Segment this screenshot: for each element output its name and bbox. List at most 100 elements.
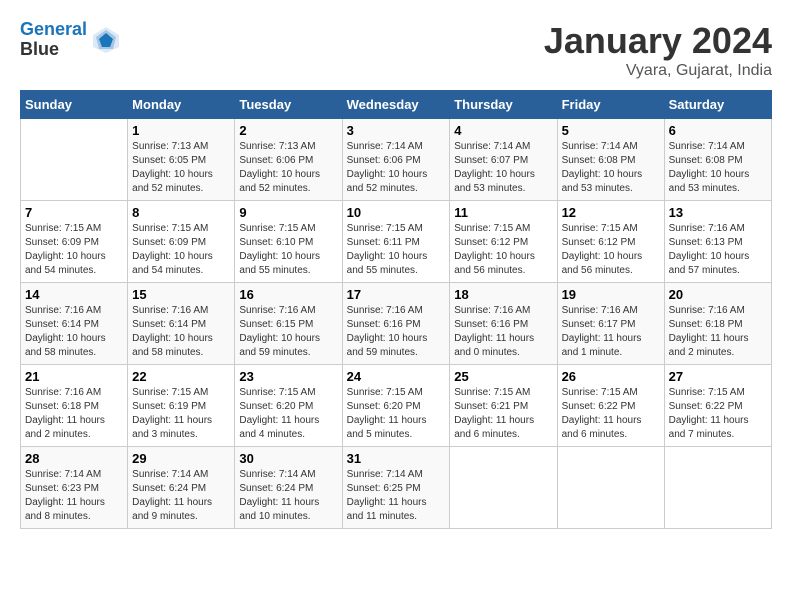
logo-text: GeneralBlue: [20, 20, 87, 60]
day-detail: Sunrise: 7:14 AMSunset: 6:24 PMDaylight:…: [239, 468, 337, 524]
day-detail: Sunrise: 7:16 AMSunset: 6:14 PMDaylight:…: [132, 304, 230, 360]
day-number: 20: [669, 287, 767, 302]
col-header-friday: Friday: [557, 91, 664, 119]
day-cell: 30 Sunrise: 7:14 AMSunset: 6:24 PMDayligh…: [235, 447, 342, 529]
col-header-monday: Monday: [128, 91, 235, 119]
day-detail: Sunrise: 7:14 AMSunset: 6:23 PMDaylight:…: [25, 468, 123, 524]
day-number: 1: [132, 123, 230, 138]
location-subtitle: Vyara, Gujarat, India: [544, 62, 772, 80]
day-detail: Sunrise: 7:15 AMSunset: 6:20 PMDaylight:…: [239, 386, 337, 442]
col-header-sunday: Sunday: [21, 91, 128, 119]
day-number: 16: [239, 287, 337, 302]
day-number: 26: [562, 369, 660, 384]
day-number: 4: [454, 123, 552, 138]
day-detail: Sunrise: 7:14 AMSunset: 6:06 PMDaylight:…: [347, 140, 446, 196]
day-detail: Sunrise: 7:15 AMSunset: 6:21 PMDaylight:…: [454, 386, 552, 442]
day-cell: 25 Sunrise: 7:15 AMSunset: 6:21 PMDayligh…: [450, 365, 557, 447]
col-header-wednesday: Wednesday: [342, 91, 450, 119]
day-cell: 11 Sunrise: 7:15 AMSunset: 6:12 PMDayligh…: [450, 201, 557, 283]
day-detail: Sunrise: 7:15 AMSunset: 6:09 PMDaylight:…: [132, 222, 230, 278]
day-cell: 14 Sunrise: 7:16 AMSunset: 6:14 PMDayligh…: [21, 283, 128, 365]
day-detail: Sunrise: 7:13 AMSunset: 6:06 PMDaylight:…: [239, 140, 337, 196]
day-detail: Sunrise: 7:16 AMSunset: 6:15 PMDaylight:…: [239, 304, 337, 360]
week-row-4: 21 Sunrise: 7:16 AMSunset: 6:18 PMDayligh…: [21, 365, 772, 447]
day-cell: 1 Sunrise: 7:13 AMSunset: 6:05 PMDaylight…: [128, 119, 235, 201]
day-cell: 28 Sunrise: 7:14 AMSunset: 6:23 PMDayligh…: [21, 447, 128, 529]
day-detail: Sunrise: 7:15 AMSunset: 6:22 PMDaylight:…: [669, 386, 767, 442]
day-number: 28: [25, 451, 123, 466]
week-row-5: 28 Sunrise: 7:14 AMSunset: 6:23 PMDayligh…: [21, 447, 772, 529]
day-number: 13: [669, 205, 767, 220]
day-number: 24: [347, 369, 446, 384]
day-detail: Sunrise: 7:15 AMSunset: 6:12 PMDaylight:…: [454, 222, 552, 278]
week-row-1: 1 Sunrise: 7:13 AMSunset: 6:05 PMDaylight…: [21, 119, 772, 201]
day-number: 5: [562, 123, 660, 138]
day-detail: Sunrise: 7:16 AMSunset: 6:17 PMDaylight:…: [562, 304, 660, 360]
month-title: January 2024: [544, 20, 772, 62]
day-detail: Sunrise: 7:16 AMSunset: 6:18 PMDaylight:…: [669, 304, 767, 360]
day-number: 3: [347, 123, 446, 138]
day-number: 17: [347, 287, 446, 302]
day-number: 29: [132, 451, 230, 466]
day-detail: Sunrise: 7:14 AMSunset: 6:07 PMDaylight:…: [454, 140, 552, 196]
day-cell: 7Sunrise: 7:15 AMSunset: 6:09 PMDaylight…: [21, 201, 128, 283]
day-cell: 22Sunrise: 7:15 AMSunset: 6:19 PMDayligh…: [128, 365, 235, 447]
logo: GeneralBlue: [20, 20, 121, 60]
day-detail: Sunrise: 7:14 AMSunset: 6:24 PMDaylight:…: [132, 468, 230, 524]
col-header-thursday: Thursday: [450, 91, 557, 119]
day-detail: Sunrise: 7:15 AMSunset: 6:20 PMDaylight:…: [347, 386, 446, 442]
col-header-saturday: Saturday: [664, 91, 771, 119]
day-number: 9: [239, 205, 337, 220]
day-cell: 31 Sunrise: 7:14 AMSunset: 6:25 PMDayligh…: [342, 447, 450, 529]
day-number: 14: [25, 287, 123, 302]
day-number: 10: [347, 205, 446, 220]
week-row-2: 7Sunrise: 7:15 AMSunset: 6:09 PMDaylight…: [21, 201, 772, 283]
day-cell: 20 Sunrise: 7:16 AMSunset: 6:18 PMDayligh…: [664, 283, 771, 365]
day-detail: Sunrise: 7:15 AMSunset: 6:10 PMDaylight:…: [239, 222, 337, 278]
calendar-table: SundayMondayTuesdayWednesdayThursdayFrid…: [20, 90, 772, 529]
day-number: 8: [132, 205, 230, 220]
day-detail: Sunrise: 7:15 AMSunset: 6:12 PMDaylight:…: [562, 222, 660, 278]
day-number: 27: [669, 369, 767, 384]
day-number: 23: [239, 369, 337, 384]
day-cell: 23 Sunrise: 7:15 AMSunset: 6:20 PMDayligh…: [235, 365, 342, 447]
day-detail: Sunrise: 7:16 AMSunset: 6:14 PMDaylight:…: [25, 304, 123, 360]
day-cell: 17 Sunrise: 7:16 AMSunset: 6:16 PMDayligh…: [342, 283, 450, 365]
day-cell: 26 Sunrise: 7:15 AMSunset: 6:22 PMDayligh…: [557, 365, 664, 447]
header-row: SundayMondayTuesdayWednesdayThursdayFrid…: [21, 91, 772, 119]
week-row-3: 14 Sunrise: 7:16 AMSunset: 6:14 PMDayligh…: [21, 283, 772, 365]
col-header-tuesday: Tuesday: [235, 91, 342, 119]
day-cell: 6Sunrise: 7:14 AMSunset: 6:08 PMDaylight…: [664, 119, 771, 201]
day-detail: Sunrise: 7:16 AMSunset: 6:18 PMDaylight:…: [25, 386, 123, 442]
day-cell: 12 Sunrise: 7:15 AMSunset: 6:12 PMDayligh…: [557, 201, 664, 283]
day-detail: Sunrise: 7:16 AMSunset: 6:13 PMDaylight:…: [669, 222, 767, 278]
day-cell: 5 Sunrise: 7:14 AMSunset: 6:08 PMDaylight…: [557, 119, 664, 201]
day-cell: [21, 119, 128, 201]
day-detail: Sunrise: 7:15 AMSunset: 6:22 PMDaylight:…: [562, 386, 660, 442]
day-number: 6: [669, 123, 767, 138]
day-detail: Sunrise: 7:16 AMSunset: 6:16 PMDaylight:…: [347, 304, 446, 360]
day-detail: Sunrise: 7:14 AMSunset: 6:25 PMDaylight:…: [347, 468, 446, 524]
day-detail: Sunrise: 7:14 AMSunset: 6:08 PMDaylight:…: [562, 140, 660, 196]
day-number: 25: [454, 369, 552, 384]
page-header: GeneralBlue January 2024 Vyara, Gujarat,…: [20, 20, 772, 80]
day-detail: Sunrise: 7:13 AMSunset: 6:05 PMDaylight:…: [132, 140, 230, 196]
day-cell: 13 Sunrise: 7:16 AMSunset: 6:13 PMDayligh…: [664, 201, 771, 283]
day-cell: 2Sunrise: 7:13 AMSunset: 6:06 PMDaylight…: [235, 119, 342, 201]
day-number: 30: [239, 451, 337, 466]
day-cell: [450, 447, 557, 529]
day-cell: 3 Sunrise: 7:14 AMSunset: 6:06 PMDaylight…: [342, 119, 450, 201]
day-number: 12: [562, 205, 660, 220]
day-cell: 16 Sunrise: 7:16 AMSunset: 6:15 PMDayligh…: [235, 283, 342, 365]
day-number: 19: [562, 287, 660, 302]
day-cell: 18Sunrise: 7:16 AMSunset: 6:16 PMDayligh…: [450, 283, 557, 365]
day-number: 11: [454, 205, 552, 220]
day-detail: Sunrise: 7:16 AMSunset: 6:16 PMDaylight:…: [454, 304, 552, 360]
day-number: 31: [347, 451, 446, 466]
day-cell: 9 Sunrise: 7:15 AMSunset: 6:10 PMDaylight…: [235, 201, 342, 283]
day-number: 21: [25, 369, 123, 384]
day-cell: 27 Sunrise: 7:15 AMSunset: 6:22 PMDayligh…: [664, 365, 771, 447]
day-detail: Sunrise: 7:15 AMSunset: 6:19 PMDaylight:…: [132, 386, 230, 442]
day-detail: Sunrise: 7:15 AMSunset: 6:09 PMDaylight:…: [25, 222, 123, 278]
day-number: 15: [132, 287, 230, 302]
